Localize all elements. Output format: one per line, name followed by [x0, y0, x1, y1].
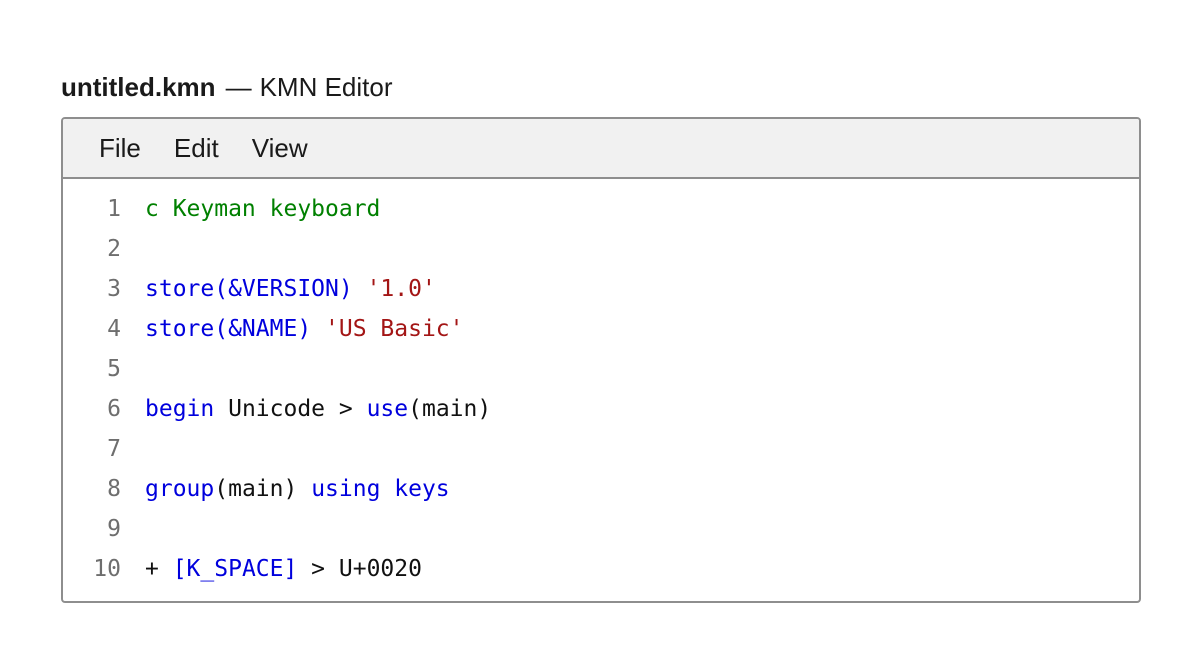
line-text: store(&VERSION) '1.0': [121, 269, 436, 309]
line-text: group(main) using keys: [121, 469, 450, 509]
window-title: untitled.kmn — KMN Editor: [61, 70, 392, 104]
line-number: 10: [93, 556, 121, 582]
menu-view[interactable]: View: [252, 133, 308, 164]
code-token-plain: (main): [214, 476, 312, 502]
code-token-keyword: store(&VERSION): [145, 276, 353, 302]
menu-bar: File Edit View: [63, 119, 1139, 179]
line-text: begin Unicode > use(main): [121, 389, 491, 429]
line-number: 8: [107, 476, 121, 502]
code-token-string: '1.0': [366, 276, 436, 302]
line-number: 9: [107, 516, 121, 542]
line-number: 4: [107, 316, 121, 342]
code-area[interactable]: 1c Keyman keyboard 2 3 store(&VERSION) '1.0…: [63, 179, 1139, 589]
code-line[interactable]: 1 c Keyman keyboard: [63, 189, 1139, 229]
code-token-string: 'US Basic': [325, 316, 464, 342]
line-text: [121, 229, 145, 269]
filename: untitled.kmn: [61, 72, 216, 102]
code-line[interactable]: 3 store(&VERSION) '1.0': [63, 269, 1139, 309]
app-name: KMN Editor: [259, 72, 393, 102]
line-text: [121, 429, 145, 469]
menu-edit[interactable]: Edit: [174, 133, 219, 164]
line-number: 2: [107, 236, 121, 262]
code-token-plain: +: [145, 556, 173, 582]
editor-frame: File Edit View 1c Keyman keyboard 2 3 store…: [61, 117, 1141, 603]
line-text: store(&NAME) 'US Basic': [121, 309, 464, 349]
code-line[interactable]: 8 group(main) using keys: [63, 469, 1139, 509]
menu-file[interactable]: File: [99, 133, 141, 164]
line-number: 5: [107, 356, 121, 382]
code-line[interactable]: 4 store(&NAME) 'US Basic': [63, 309, 1139, 349]
title-separator: —: [225, 72, 252, 102]
code-token-comment: c Keyman keyboard: [145, 196, 381, 222]
code-token-plain: Unicode >: [214, 396, 367, 422]
page: untitled.kmn — KMN Editor File Edit View 1…: [0, 0, 1200, 670]
code-line[interactable]: 7: [63, 429, 1139, 469]
line-number: 6: [107, 396, 121, 422]
code-line[interactable]: 6 begin Unicode > use(main): [63, 389, 1139, 429]
code-token-keyword: [K_SPACE]: [172, 556, 298, 582]
code-line[interactable]: 2: [63, 229, 1139, 269]
line-text: + [K_SPACE] > U+0020: [121, 549, 422, 589]
code-token-keyword: group: [145, 476, 215, 502]
code-line[interactable]: 10 + [K_SPACE] > U+0020: [63, 549, 1139, 589]
code-token-keyword: use: [366, 396, 409, 422]
code-token-plain: (main): [408, 396, 492, 422]
line-number: 7: [107, 436, 121, 462]
line-number: 3: [107, 276, 121, 302]
line-text: [121, 349, 145, 389]
code-token-keyword: store(&NAME): [145, 316, 312, 342]
line-text: [121, 509, 145, 549]
line-text: c Keyman keyboard: [121, 189, 380, 229]
code-token-plain: > U+0020: [297, 556, 422, 582]
code-line[interactable]: 9: [63, 509, 1139, 549]
code-token-keyword: using keys: [311, 476, 450, 502]
line-number: 1: [107, 196, 121, 222]
code-token-keyword: begin: [145, 396, 215, 422]
code-line[interactable]: 5: [63, 349, 1139, 389]
